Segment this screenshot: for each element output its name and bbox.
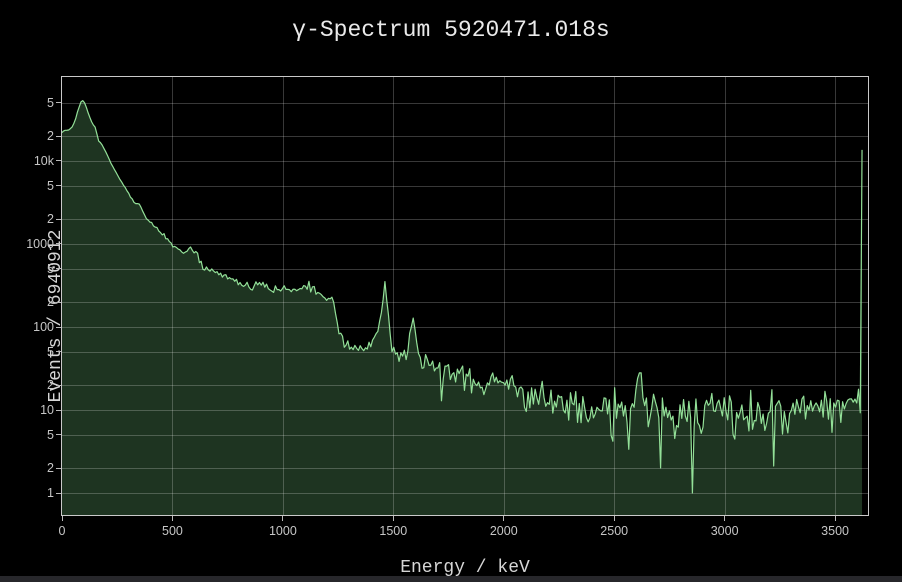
y-tick-label: 2 xyxy=(0,460,54,476)
tick-mark xyxy=(56,385,61,386)
tick-mark xyxy=(56,493,61,494)
tick-mark xyxy=(56,268,61,269)
gamma-spectrum-figure: γ-Spectrum 5920471.018s Events / 6940912… xyxy=(0,0,902,582)
tick-mark xyxy=(393,516,394,521)
x-tick-label: 3000 xyxy=(690,523,760,539)
y-tick-label: 5 xyxy=(0,344,54,360)
tick-mark xyxy=(56,434,61,435)
y-tick-label: 100 xyxy=(0,319,54,335)
y-tick-label: 10 xyxy=(0,402,54,418)
x-axis-title: Energy / keV xyxy=(62,558,868,578)
tick-mark xyxy=(56,351,61,352)
x-tick-label: 1500 xyxy=(358,523,428,539)
tick-mark xyxy=(56,136,61,137)
tick-mark xyxy=(56,219,61,220)
tick-mark xyxy=(56,302,61,303)
y-tick-label: 5 xyxy=(0,178,54,194)
y-tick-label: 10k xyxy=(0,153,54,169)
x-tick-label: 2000 xyxy=(469,523,539,539)
x-tick-label: 3500 xyxy=(800,523,870,539)
y-tick-label: 2 xyxy=(0,211,54,227)
tick-mark xyxy=(56,468,61,469)
y-tick-label: 5 xyxy=(0,261,54,277)
chart-title: γ-Spectrum 5920471.018s xyxy=(0,17,902,43)
tick-mark xyxy=(614,516,615,521)
tick-mark xyxy=(56,410,61,411)
y-tick-label: 5 xyxy=(0,427,54,443)
tick-mark xyxy=(172,516,173,521)
y-tick-label: 2 xyxy=(0,128,54,144)
tick-mark xyxy=(503,516,504,521)
tick-mark xyxy=(62,516,63,521)
tick-mark xyxy=(56,185,61,186)
y-tick-label: 5 xyxy=(0,95,54,111)
x-tick-label: 500 xyxy=(137,523,207,539)
tick-mark xyxy=(56,160,61,161)
y-tick-label: 2 xyxy=(0,294,54,310)
y-tick-label: 1 xyxy=(0,485,54,501)
tick-mark xyxy=(56,102,61,103)
tick-mark xyxy=(835,516,836,521)
x-tick-label: 0 xyxy=(27,523,97,539)
tick-mark xyxy=(282,516,283,521)
window-bottom-edge xyxy=(0,576,902,582)
tick-mark xyxy=(724,516,725,521)
tick-mark xyxy=(56,327,61,328)
tick-mark xyxy=(56,243,61,244)
x-tick-label: 2500 xyxy=(579,523,649,539)
y-tick-label: 2 xyxy=(0,377,54,393)
x-tick-label: 1000 xyxy=(248,523,318,539)
y-tick-label: 1000 xyxy=(0,236,54,252)
spectrum-canvas[interactable] xyxy=(62,77,868,515)
plot-area[interactable] xyxy=(61,76,869,516)
